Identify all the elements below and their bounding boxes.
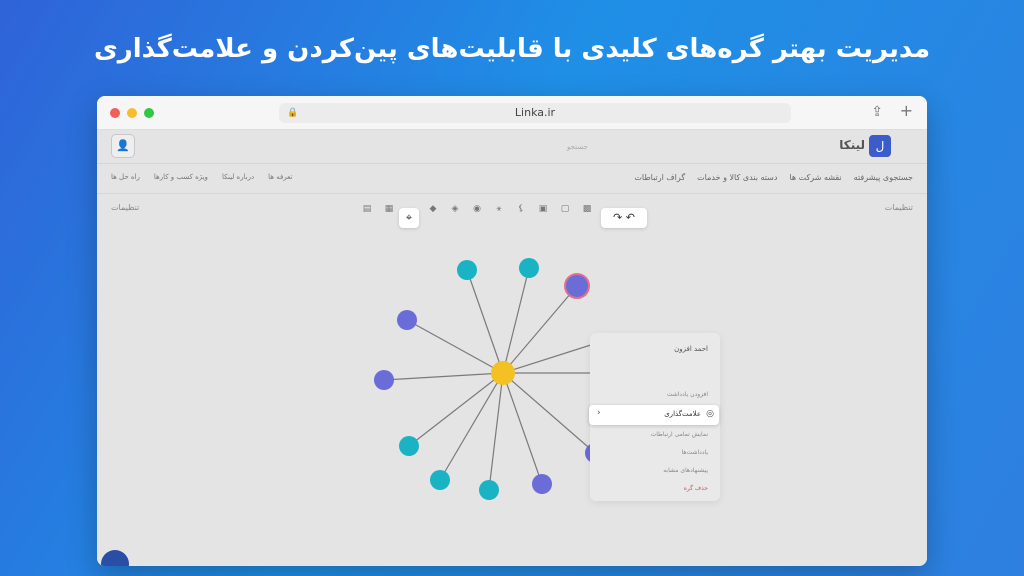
context-menu-item-add-note[interactable]: افزودن یادداشت xyxy=(667,391,708,398)
graph-node-3 xyxy=(397,310,417,330)
menu-item-categories[interactable]: دسته بندی کالا و خدمات xyxy=(697,173,777,182)
context-menu-item-delete[interactable]: حذف گره xyxy=(684,485,708,492)
logo-icon[interactable]: ل xyxy=(869,135,891,157)
graph-node-6 xyxy=(430,470,450,490)
browser-window: 🔒 Linka.ir ⇪ + ل لینکا جستجو 👤 جستجوی پی… xyxy=(97,96,927,566)
menu-item-solutions[interactable]: راه حل ها xyxy=(111,173,140,181)
context-menu-item-notes[interactable]: یادداشت‌ها xyxy=(682,449,708,456)
main-menu: جستجوی پیشرفته نقشه شرکت ها دسته بندی کا… xyxy=(97,164,927,194)
context-menu-item-show-all[interactable]: نمایش تمامی ارتباطات xyxy=(651,431,708,438)
user-icon[interactable]: 👤 xyxy=(111,134,135,158)
address-bar[interactable]: 🔒 Linka.ir xyxy=(279,103,791,123)
graph-node-selected xyxy=(564,273,590,299)
context-menu-title: احمد افزون xyxy=(674,345,708,353)
undo-redo-group: ↷ ↶ xyxy=(601,208,647,228)
document-icon-2[interactable]: ▦ xyxy=(381,201,397,217)
graph-node-7 xyxy=(479,480,499,500)
grid-icon-2[interactable]: ▩ xyxy=(579,201,595,217)
menu-item-pricing[interactable]: تعرفه ها xyxy=(268,173,292,181)
graph-node-8 xyxy=(532,474,552,494)
document-icon[interactable]: ▤ xyxy=(359,201,375,217)
new-tab-icon[interactable]: + xyxy=(900,101,913,120)
graph-node-5 xyxy=(399,436,419,456)
shape-icon-2[interactable]: ◈ xyxy=(447,201,463,217)
menu-item-business[interactable]: ویژه کسب و کارها xyxy=(154,173,208,181)
redo-icon[interactable]: ↷ xyxy=(613,211,622,224)
browser-chrome: 🔒 Linka.ir ⇪ + xyxy=(97,96,927,130)
pin-icon[interactable]: ⌖ xyxy=(399,208,419,228)
context-menu-item-bookmark[interactable]: ◎ علامت‌گذاری ‹ xyxy=(589,405,719,425)
network-icon[interactable]: ⚹ xyxy=(491,201,507,217)
search-input[interactable]: جستجو xyxy=(567,138,627,156)
graph-node-2 xyxy=(519,258,539,278)
relationship-graph[interactable] xyxy=(97,258,927,566)
close-window-button[interactable] xyxy=(110,108,120,118)
frame-icon[interactable]: ▢ xyxy=(557,201,573,217)
url-text: Linka.ir xyxy=(514,106,556,119)
graph-node-1 xyxy=(457,260,477,280)
menu-item-company-map[interactable]: نقشه شرکت ها xyxy=(789,173,841,182)
grid-icon[interactable]: ▣ xyxy=(535,201,551,217)
headline: مدیریت بهتر گره‌های کلیدی با قابلیت‌های … xyxy=(93,34,931,64)
center-node[interactable] xyxy=(491,361,515,385)
graph-toolbar: تنظیمات ▤ ▦ ◆ ◈ ◉ ⚹ ⚸ ▣ ▢ ▩ تنظیمات xyxy=(97,194,927,224)
share-icon[interactable]: ⇪ xyxy=(871,104,883,120)
menu-item-advanced-search[interactable]: جستجوی پیشرفته xyxy=(854,173,913,182)
menu-item-about[interactable]: درباره لینکا xyxy=(222,173,254,181)
lock-icon: 🔒 xyxy=(287,108,299,118)
context-menu-item-suggestions[interactable]: پیشنهادهای مشابه xyxy=(663,467,708,474)
layout-icon[interactable]: ⚸ xyxy=(513,201,529,217)
graph-node-4 xyxy=(374,370,394,390)
logo-text: لینکا xyxy=(839,138,865,152)
chevron-left-icon: ‹ xyxy=(597,408,601,418)
toolbar-right-dropdown[interactable]: تنظیمات xyxy=(885,203,913,212)
menu-item-relations-graph[interactable]: گراف ارتباطات xyxy=(634,173,685,182)
undo-icon[interactable]: ↶ xyxy=(626,211,635,224)
shape-icon-3[interactable]: ◉ xyxy=(469,201,485,217)
app-header: ل لینکا جستجو 👤 xyxy=(97,130,927,164)
maximize-window-button[interactable] xyxy=(144,108,154,118)
target-icon: ◎ xyxy=(706,409,714,419)
minimize-window-button[interactable] xyxy=(127,108,137,118)
toolbar-left-dropdown[interactable]: تنظیمات xyxy=(111,203,139,212)
shape-icon[interactable]: ◆ xyxy=(425,201,441,217)
app-viewport: ل لینکا جستجو 👤 جستجوی پیشرفته نقشه شرکت… xyxy=(97,130,927,566)
